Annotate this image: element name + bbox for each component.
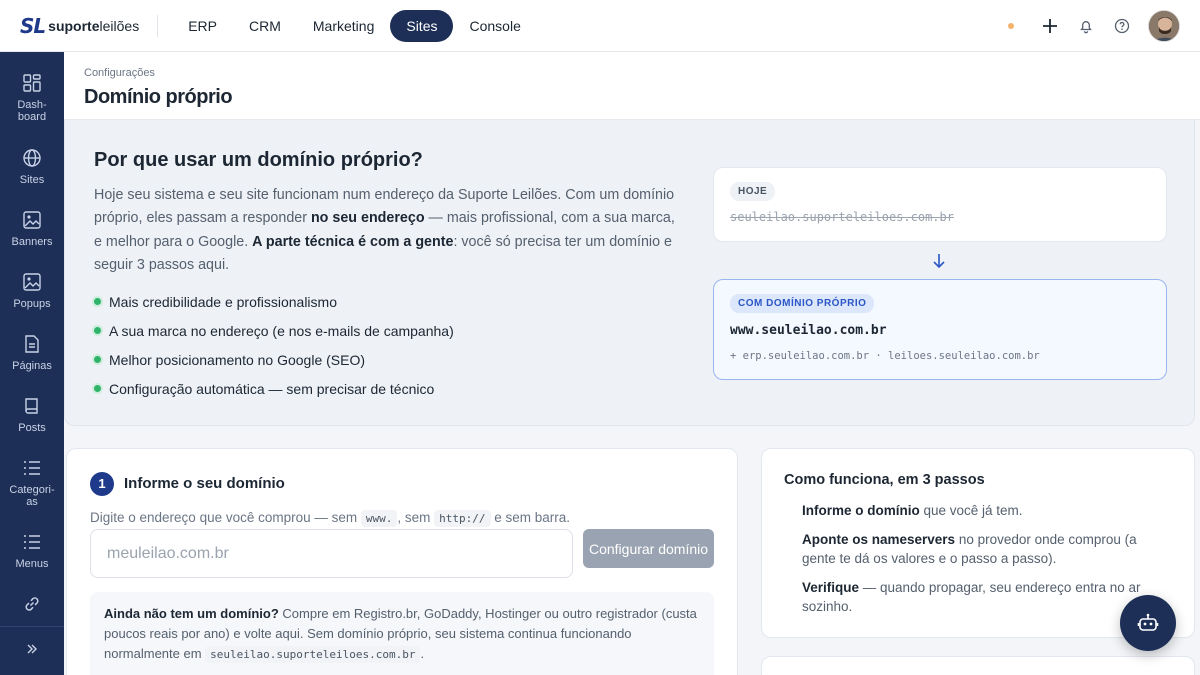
image-icon xyxy=(23,273,41,291)
how-step: Verifique — quando propagar, seu endereç… xyxy=(802,580,1141,614)
sidebar-label: Sites xyxy=(19,174,45,186)
sidebar-item-menus[interactable]: Menus xyxy=(0,532,64,570)
sidebar-label: Menus xyxy=(15,558,49,570)
section-description: Hoje seu sistema e seu site funcionam nu… xyxy=(94,187,675,273)
benefits-list: Mais credibilidade e profissionalismo A … xyxy=(94,292,454,408)
sidebar-expand[interactable] xyxy=(0,642,64,656)
breadcrumb[interactable]: Configurações xyxy=(84,67,155,79)
arrow-down-icon xyxy=(933,254,945,269)
benefit-item: A sua marca no endereço (e nos e-mails d… xyxy=(94,321,454,350)
sidebar-item-dashboard[interactable]: Dash-board xyxy=(0,73,64,123)
sidebar-item-link[interactable] xyxy=(0,594,64,614)
nav-crm[interactable]: CRM xyxy=(233,10,297,42)
sidebar-item-banners[interactable]: Banners xyxy=(0,210,64,248)
sidebar-item-categorias[interactable]: Categori-as xyxy=(0,458,64,508)
step-hint: Digite o endereço que você comprou — sem… xyxy=(90,510,571,527)
sidebar-label: Banners xyxy=(11,236,53,248)
step-number-badge: 1 xyxy=(90,472,114,496)
how-step: Informe o domínio que você já tem. xyxy=(802,503,1023,518)
own-domain-example: www.seuleilao.com.br xyxy=(730,323,887,338)
nav-marketing[interactable]: Marketing xyxy=(297,10,390,42)
sidebar-item-popups[interactable]: Popups xyxy=(0,272,64,310)
current-domain: seuleilao.suporteleiloes.com.br xyxy=(730,210,954,224)
expand-icon xyxy=(27,644,37,654)
top-actions xyxy=(1008,10,1180,42)
top-nav: ERP CRM Marketing Sites Console xyxy=(172,9,537,42)
step-title: Informe o seu domínio xyxy=(124,475,285,492)
why-own-domain-section: Por que usar um domínio próprio? Hoje se… xyxy=(64,120,1195,426)
domain-input[interactable] xyxy=(90,529,573,578)
configure-domain-button[interactable]: Configurar domínio xyxy=(583,529,714,568)
benefit-item: Configuração automática — sem precisar d… xyxy=(94,379,454,408)
logo-mark: SL xyxy=(20,13,46,38)
current-domain-card: HOJE seuleilao.suporteleiloes.com.br xyxy=(713,167,1167,242)
own-domain-card: COM DOMÍNIO PRÓPRIO www.seuleilao.com.br… xyxy=(713,279,1167,380)
sidebar-label: Popups xyxy=(13,298,51,310)
own-domain-tag: COM DOMÍNIO PRÓPRIO xyxy=(730,294,875,313)
sidebar-label: Páginas xyxy=(12,360,52,372)
sidebar: Dash-board Sites Banners Popups Páginas … xyxy=(0,52,64,675)
bot-icon xyxy=(1137,613,1159,631)
bell-icon[interactable] xyxy=(1076,16,1096,36)
image-icon xyxy=(23,211,41,229)
nav-sites[interactable]: Sites xyxy=(390,9,454,42)
section-title: Por que usar um domínio próprio? xyxy=(94,149,423,171)
help-icon[interactable] xyxy=(1112,16,1132,36)
avatar[interactable] xyxy=(1148,10,1180,42)
step-1-panel: 1 Informe o seu domínio Digite o endereç… xyxy=(66,448,738,675)
page-title: Domínio próprio xyxy=(84,86,233,108)
list-icon xyxy=(24,461,40,475)
book-icon xyxy=(25,398,38,414)
no-domain-info: Ainda não tem um domínio? Compre em Regi… xyxy=(90,592,714,675)
sidebar-item-posts[interactable]: Posts xyxy=(0,396,64,434)
top-bar: SL suporteleilões ERP CRM Marketing Site… xyxy=(0,0,1200,52)
list-icon xyxy=(24,535,40,549)
status-dot xyxy=(1008,23,1014,29)
sidebar-label: Categori-as xyxy=(9,484,55,508)
brand-logo[interactable]: SL suporteleilões xyxy=(20,0,139,52)
next-panel xyxy=(761,656,1195,675)
link-icon xyxy=(25,597,39,611)
today-tag: HOJE xyxy=(730,182,776,201)
how-step: Aponte os nameservers no provedor onde c… xyxy=(802,532,1137,566)
globe-icon xyxy=(23,149,41,167)
nav-console[interactable]: Console xyxy=(453,10,536,42)
sidebar-item-sites[interactable]: Sites xyxy=(0,148,64,186)
divider xyxy=(157,14,159,37)
dashboard-icon xyxy=(23,74,41,92)
logo-text: suporteleilões xyxy=(48,17,140,34)
sidebar-item-paginas[interactable]: Páginas xyxy=(0,334,64,372)
assistant-bot-button[interactable] xyxy=(1120,595,1176,651)
own-subdomains: + erp.seuleilao.com.br · leiloes.seuleil… xyxy=(730,350,1040,362)
page-header: Configurações Domínio próprio xyxy=(64,52,1200,120)
sidebar-label: Dash-board xyxy=(17,99,47,123)
plus-icon[interactable] xyxy=(1040,16,1060,36)
divider xyxy=(0,626,64,627)
sidebar-label: Posts xyxy=(18,422,46,434)
how-steps-list: Informe o domínio que você já tem. Apont… xyxy=(802,501,1162,626)
nav-erp[interactable]: ERP xyxy=(172,10,233,42)
benefit-item: Melhor posicionamento no Google (SEO) xyxy=(94,350,454,379)
benefit-item: Mais credibilidade e profissionalismo xyxy=(94,292,454,321)
how-title: Como funciona, em 3 passos xyxy=(784,472,985,488)
file-icon xyxy=(25,335,39,353)
